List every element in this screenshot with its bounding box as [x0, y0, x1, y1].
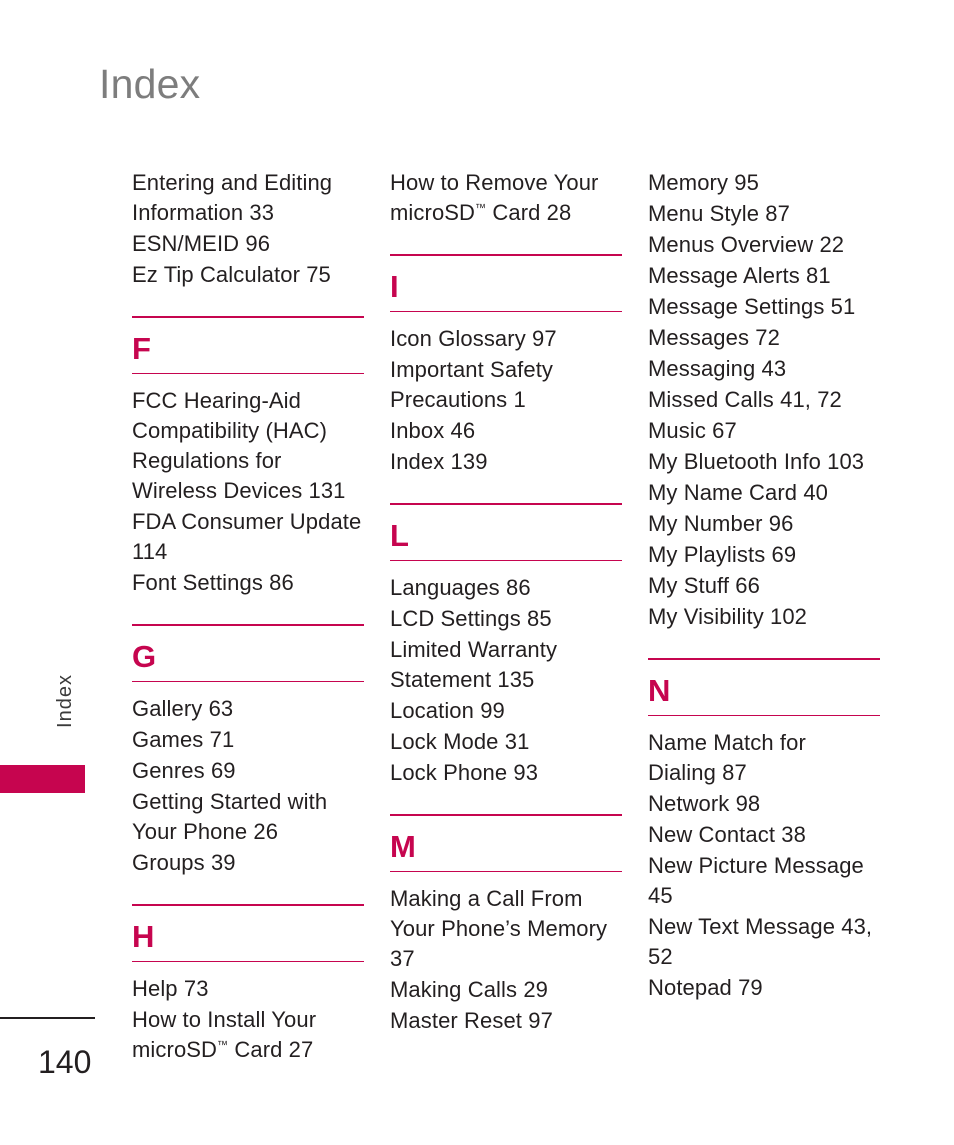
index-entry[interactable]: My Playlists 69	[648, 540, 880, 570]
index-entry[interactable]: Help 73	[132, 974, 364, 1004]
trademark-icon: ™	[475, 202, 487, 215]
index-entry[interactable]: Icon Glossary 97	[390, 324, 622, 354]
index-entry[interactable]: Memory 95	[648, 168, 880, 198]
section-heading-g: G	[132, 624, 364, 682]
section-letter: I	[390, 269, 399, 304]
index-entry[interactable]: Making Calls 29	[390, 975, 622, 1005]
index-entry[interactable]: My Visibility 102	[648, 602, 880, 632]
index-entry[interactable]: How to Remove Your microSD™ Card 28	[390, 168, 622, 228]
index-entry[interactable]: Ez Tip Calculator 75	[132, 260, 364, 290]
index-entry[interactable]: Genres 69	[132, 756, 364, 786]
index-entry[interactable]: FCC Hearing-Aid Compatibility (HAC) Regu…	[132, 386, 364, 506]
entry-list: Languages 86 LCD Settings 85 Limited Warra…	[390, 561, 622, 788]
index-entry[interactable]: Lock Mode 31	[390, 727, 622, 757]
column-1: Entering and Editing Information 33 ESN/M…	[132, 168, 364, 1066]
section-letter: L	[390, 518, 409, 553]
index-entry[interactable]: Games 71	[132, 725, 364, 755]
index-entry[interactable]: Inbox 46	[390, 416, 622, 446]
section-heading-h: H	[132, 904, 364, 962]
index-entry[interactable]: Notepad 79	[648, 973, 880, 1003]
index-entry[interactable]: My Number 96	[648, 509, 880, 539]
column-2: How to Remove Your microSD™ Card 28 I Icon…	[390, 168, 622, 1066]
entry-list: Gallery 63 Games 71 Genres 69 Getting Start…	[132, 682, 364, 878]
entry-list: How to Remove Your microSD™ Card 28	[390, 168, 622, 228]
entry-list: Memory 95 Menu Style 87 Menus Overview 22 M…	[648, 168, 880, 632]
index-entry[interactable]: Languages 86	[390, 573, 622, 603]
index-entry[interactable]: Important Safety Precautions 1	[390, 355, 622, 415]
index-entry[interactable]: Messages 72	[648, 323, 880, 353]
index-entry[interactable]: Making a Call From Your Phone’s Memory 3…	[390, 884, 622, 974]
index-entry[interactable]: ESN/MEID 96	[132, 229, 364, 259]
section-letter: M	[390, 829, 416, 864]
column-3: Memory 95 Menu Style 87 Menus Overview 22 M…	[648, 168, 880, 1066]
entry-list: Name Match for Dialing 87 Network 98 New C…	[648, 716, 880, 1003]
footer-divider	[0, 1017, 95, 1019]
entry-list: Entering and Editing Information 33 ESN/M…	[132, 168, 364, 290]
section-letter: G	[132, 639, 157, 674]
section-heading-l: L	[390, 503, 622, 561]
trademark-icon: ™	[217, 1039, 229, 1052]
index-entry[interactable]: My Stuff 66	[648, 571, 880, 601]
index-entry[interactable]: Gallery 63	[132, 694, 364, 724]
index-entry[interactable]: My Name Card 40	[648, 478, 880, 508]
index-entry[interactable]: Message Settings 51	[648, 292, 880, 322]
index-entry[interactable]: Limited Warranty Statement 135	[390, 635, 622, 695]
section-heading-n: N	[648, 658, 880, 716]
section-heading-m: M	[390, 814, 622, 872]
index-entry[interactable]: Lock Phone 93	[390, 758, 622, 788]
index-entry[interactable]: Index 139	[390, 447, 622, 477]
side-tab-marker	[0, 765, 85, 793]
index-entry[interactable]: How to Install Your microSD™ Card 27	[132, 1005, 364, 1065]
entry-list: Icon Glossary 97 Important Safety Precaut…	[390, 312, 622, 477]
index-entry[interactable]: Menu Style 87	[648, 199, 880, 229]
index-entry[interactable]: Music 67	[648, 416, 880, 446]
index-entry[interactable]: Missed Calls 41, 72	[648, 385, 880, 415]
index-entry[interactable]: LCD Settings 85	[390, 604, 622, 634]
section-heading-f: F	[132, 316, 364, 374]
index-entry[interactable]: My Bluetooth Info 103	[648, 447, 880, 477]
side-tab-label: Index	[54, 674, 76, 728]
index-entry[interactable]: Master Reset 97	[390, 1006, 622, 1036]
index-entry[interactable]: New Picture Message 45	[648, 851, 880, 911]
entry-list: Help 73 How to Install Your microSD™ Card…	[132, 962, 364, 1065]
index-entry[interactable]: New Text Message 43, 52	[648, 912, 880, 972]
page-title: Index	[99, 61, 201, 107]
index-columns: Entering and Editing Information 33 ESN/M…	[132, 168, 880, 1066]
index-entry[interactable]: Getting Started with Your Phone 26	[132, 787, 364, 847]
section-letter: H	[132, 919, 155, 954]
index-entry[interactable]: Messaging 43	[648, 354, 880, 384]
index-entry[interactable]: Menus Overview 22	[648, 230, 880, 260]
section-letter: F	[132, 331, 151, 366]
entry-list: Making a Call From Your Phone’s Memory 3…	[390, 872, 622, 1036]
index-entry[interactable]: Entering and Editing Information 33	[132, 168, 364, 228]
index-entry[interactable]: Groups 39	[132, 848, 364, 878]
index-entry[interactable]: Font Settings 86	[132, 568, 364, 598]
index-entry[interactable]: New Contact 38	[648, 820, 880, 850]
section-letter: N	[648, 673, 671, 708]
entry-list: FCC Hearing-Aid Compatibility (HAC) Regu…	[132, 374, 364, 598]
index-entry[interactable]: Network 98	[648, 789, 880, 819]
section-heading-i: I	[390, 254, 622, 312]
index-entry[interactable]: Name Match for Dialing 87	[648, 728, 880, 788]
page-number: 140	[38, 1044, 92, 1080]
index-entry[interactable]: FDA Consumer Update 114	[132, 507, 364, 567]
index-entry[interactable]: Location 99	[390, 696, 622, 726]
index-entry[interactable]: Message Alerts 81	[648, 261, 880, 291]
